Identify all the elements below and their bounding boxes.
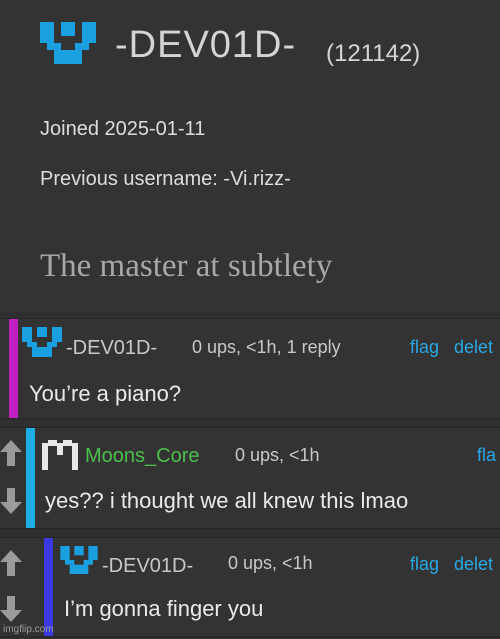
vote-column <box>0 428 24 528</box>
flag-link[interactable]: fla <box>477 445 496 466</box>
comment: Moons_Core 0 ups, <1h fla yes?? i though… <box>0 427 500 529</box>
delete-link[interactable]: delet <box>454 554 493 575</box>
comment: -DEV01D- 0 ups, <1h flag delet I’m gonna… <box>0 537 500 637</box>
upvote-arrow-icon[interactable] <box>0 550 22 576</box>
comment-text: I’m gonna finger you <box>64 596 264 621</box>
dev01d-avatar-icon[interactable] <box>22 327 62 357</box>
vote-column <box>0 538 24 636</box>
joined-date: Joined 2025-01-11 <box>40 118 206 140</box>
comment-accent-bar <box>26 428 35 528</box>
profile-user-id: (121142) <box>326 40 421 67</box>
dev01d-logo-icon <box>40 22 96 64</box>
downvote-arrow-icon[interactable] <box>0 596 22 622</box>
downvote-arrow-icon[interactable] <box>0 488 22 514</box>
flag-link[interactable]: flag <box>410 554 439 575</box>
profile-card: -DEV01D- (121142) Joined 2025-01-11 Prev… <box>0 0 500 311</box>
comment-text: You’re a piano? <box>29 381 182 406</box>
profile-username: -DEV01D- <box>115 24 297 66</box>
previous-username: Previous username: -Vi.rizz- <box>40 168 291 190</box>
comment-author[interactable]: Moons_Core <box>85 445 200 468</box>
comment-meta: 0 ups, <1h <box>235 445 320 465</box>
flag-link[interactable]: flag <box>410 337 439 358</box>
profile-bio: The master at subtlety <box>40 248 333 284</box>
comment-author[interactable]: -DEV01D- <box>66 337 157 360</box>
comment-meta: 0 ups, <1h, 1 reply <box>192 337 341 357</box>
comment-text: yes?? i thought we all knew this lmao <box>45 488 409 513</box>
imgflip-watermark: imgflip.com <box>3 624 54 635</box>
upvote-arrow-icon[interactable] <box>0 440 22 466</box>
comment: -DEV01D- 0 ups, <1h, 1 reply flag delet … <box>0 318 500 419</box>
comment-author[interactable]: -DEV01D- <box>102 555 193 578</box>
comment-accent-bar <box>44 538 53 636</box>
comment-accent-bar <box>9 319 18 418</box>
dev01d-avatar-icon[interactable] <box>60 546 98 574</box>
delete-link[interactable]: delet <box>454 337 493 358</box>
comment-meta: 0 ups, <1h <box>228 553 313 573</box>
moons-core-avatar-icon[interactable] <box>42 440 78 470</box>
